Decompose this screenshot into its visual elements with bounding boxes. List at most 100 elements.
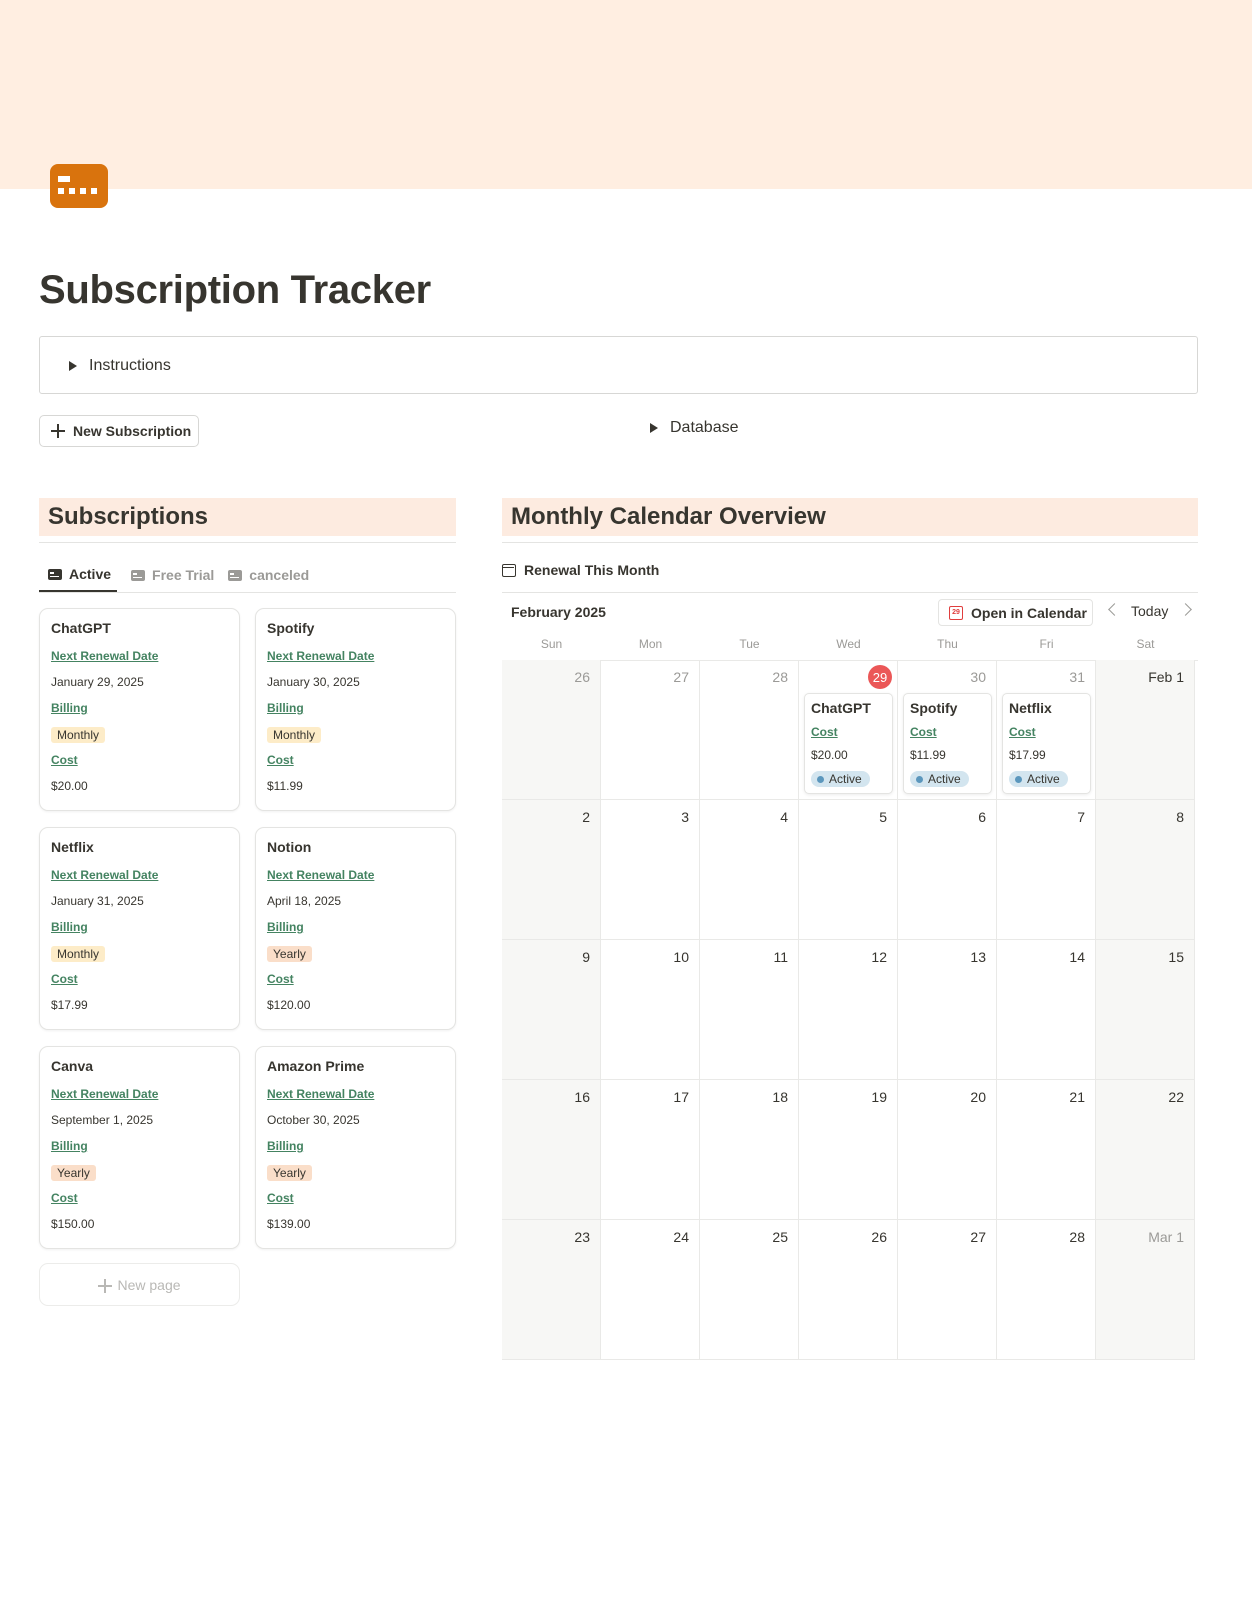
database-toggle[interactable]: Database — [650, 419, 739, 437]
status-label: Active — [928, 772, 961, 786]
new-page-button[interactable]: New page — [39, 1263, 240, 1306]
calendar-day-cell[interactable]: 19 — [799, 1080, 898, 1220]
subscription-card[interactable]: Canva Next Renewal Date September 1, 2025 B… — [39, 1046, 240, 1249]
chevron-left-icon[interactable] — [1108, 603, 1121, 616]
card-title: Spotify — [267, 620, 315, 636]
open-in-calendar-label: Open in Calendar — [971, 604, 1087, 621]
day-number: 13 — [970, 949, 986, 965]
triangle-right-icon[interactable] — [69, 361, 77, 371]
open-in-calendar-button[interactable]: 29 Open in Calendar — [938, 599, 1093, 626]
billing-value: Yearly — [267, 946, 444, 967]
tab-label: Free Trial — [152, 567, 215, 583]
instructions-label: Instructions — [89, 357, 171, 374]
day-number: 12 — [871, 949, 887, 965]
triangle-right-icon[interactable] — [650, 423, 658, 433]
credit-card-icon[interactable] — [50, 164, 108, 208]
cost-value: $120.00 — [267, 998, 311, 1012]
billing-pill: Yearly — [267, 1165, 312, 1181]
calendar-day-cell[interactable]: 20 — [898, 1080, 997, 1220]
calendar-day-cell[interactable]: 23 — [502, 1220, 601, 1360]
billing-label: Billing — [51, 701, 88, 715]
calendar-day-cell[interactable]: 9 — [502, 940, 601, 1080]
calendar-day-cell[interactable]: 8 — [1096, 800, 1195, 940]
instructions-callout — [39, 336, 1198, 394]
new-subscription-label: New Subscription — [73, 423, 192, 439]
calendar-day-cell[interactable]: 24 — [601, 1220, 700, 1360]
cost-value: $20.00 — [811, 748, 848, 762]
calendar-day-cell[interactable]: 4 — [700, 800, 799, 940]
calendar-day-cell[interactable]: 6 — [898, 800, 997, 940]
billing-pill: Yearly — [51, 1165, 96, 1181]
calendar-day-cell[interactable]: 21 — [997, 1080, 1096, 1220]
calendar-day-cell[interactable]: 17 — [601, 1080, 700, 1220]
day-number: Feb 1 — [1148, 669, 1184, 685]
calendar-day-cell[interactable]: 27 — [898, 1220, 997, 1360]
calendar-day-cell[interactable]: 18 — [700, 1080, 799, 1220]
calendar-day-cell[interactable]: 5 — [799, 800, 898, 940]
day-number: 28 — [772, 669, 788, 685]
page-title: Subscription Tracker — [39, 268, 431, 312]
billing-pill: Monthly — [51, 727, 106, 743]
weekday-header: Wed — [836, 637, 861, 651]
day-number: 26 — [871, 1229, 887, 1245]
subscriptions-heading: Subscriptions — [39, 498, 456, 536]
calendar-day-cell[interactable]: 26 — [502, 660, 601, 800]
calendar-event-card[interactable]: Netflix Cost $17.99 Active — [1002, 693, 1091, 794]
calendar-day-cell[interactable]: Feb 1 — [1096, 660, 1195, 800]
cost-label: Cost — [51, 753, 78, 767]
new-subscription-button[interactable]: New Subscription — [39, 415, 199, 447]
calendar-day-cell[interactable]: 26 — [799, 1220, 898, 1360]
calendar-day-cell[interactable]: 14 — [997, 940, 1096, 1080]
cost-value: $17.99 — [1009, 748, 1046, 762]
day-number: 2 — [582, 809, 590, 825]
cost-label: Cost — [51, 1191, 78, 1205]
billing-value: Yearly — [267, 1165, 444, 1186]
calendar-day-cell[interactable]: 22 — [1096, 1080, 1195, 1220]
weekday-header: Sun — [540, 637, 563, 651]
calendar-day-cell[interactable]: 13 — [898, 940, 997, 1080]
tab-free-trial[interactable]: Free Trial — [131, 558, 214, 592]
calendar-day-cell[interactable]: 11 — [700, 940, 799, 1080]
cost-label: Cost — [267, 972, 294, 986]
calendar-day-cell[interactable]: 16 — [502, 1080, 601, 1220]
subscription-card[interactable]: Netflix Next Renewal Date January 31, 2025… — [39, 827, 240, 1030]
calendar-day-cell[interactable]: 10 — [601, 940, 700, 1080]
instructions-toggle[interactable]: Instructions — [69, 357, 171, 375]
database-label: Database — [670, 419, 739, 436]
calendar-day-cell[interactable]: 7 — [997, 800, 1096, 940]
calendar-day-cell[interactable]: 25 — [700, 1220, 799, 1360]
subscription-card[interactable]: ChatGPT Next Renewal Date January 29, 2025… — [39, 608, 240, 811]
card-icon — [131, 569, 146, 581]
billing-pill: Yearly — [267, 946, 312, 962]
calendar-event-card[interactable]: ChatGPT Cost $20.00 Active — [804, 693, 893, 794]
day-number: Mar 1 — [1148, 1229, 1184, 1245]
billing-value: Monthly — [51, 946, 228, 967]
calendar-day-cell[interactable]: 3 — [601, 800, 700, 940]
calendar-day-cell[interactable]: 27 — [601, 660, 700, 800]
subscription-card[interactable]: Amazon Prime Next Renewal Date October 30,… — [255, 1046, 456, 1249]
tab-active[interactable]: Active — [39, 558, 118, 592]
calendar-day-cell[interactable]: Mar 1 — [1096, 1220, 1195, 1360]
cost-value: $11.99 — [267, 779, 303, 793]
subscription-card[interactable]: Spotify Next Renewal Date January 30, 2025… — [255, 608, 456, 811]
status-dot-icon — [916, 775, 923, 783]
today-button[interactable]: Today — [1131, 603, 1168, 619]
calendar-day-cell[interactable]: 28 — [997, 1220, 1096, 1360]
tab-renewal-this-month[interactable]: Renewal This Month — [502, 562, 659, 578]
subscription-card[interactable]: Notion Next Renewal Date April 18, 2025 Bil… — [255, 827, 456, 1030]
chevron-right-icon[interactable] — [1179, 603, 1192, 616]
tab-canceled[interactable]: canceled — [228, 558, 309, 592]
calendar-event-card[interactable]: Spotify Cost $11.99 Active — [903, 693, 992, 794]
divider — [502, 542, 1198, 543]
day-number: 3 — [681, 809, 689, 825]
billing-value: Monthly — [51, 727, 228, 748]
cost-value: $20.00 — [51, 779, 88, 793]
calendar-day-cell[interactable]: 12 — [799, 940, 898, 1080]
calendar-day-cell[interactable]: 2 — [502, 800, 601, 940]
renewal-date: January 29, 2025 — [51, 675, 144, 689]
card-title: Amazon Prime — [267, 1058, 365, 1074]
status-badge: Active — [910, 771, 969, 787]
calendar-day-cell[interactable]: 28 — [700, 660, 799, 800]
calendar-day-cell[interactable]: 15 — [1096, 940, 1195, 1080]
card-title: ChatGPT — [51, 620, 111, 636]
